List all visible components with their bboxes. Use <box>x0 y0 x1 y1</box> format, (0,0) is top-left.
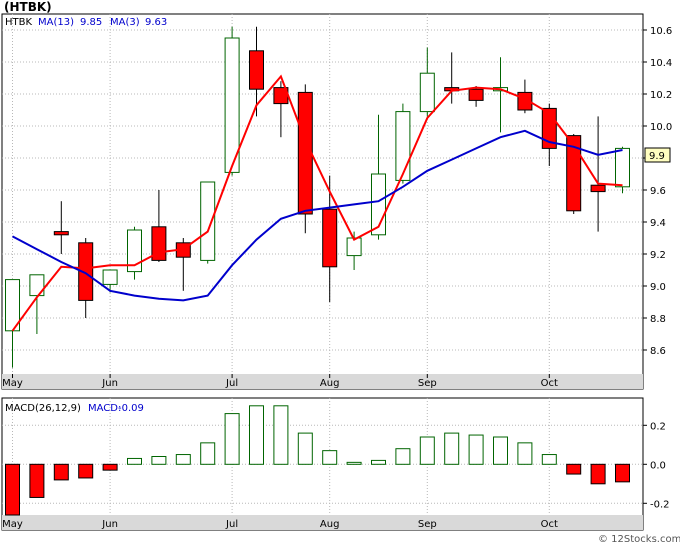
macd-legend-macd-value: -0.09 <box>118 403 144 414</box>
candle-body <box>297 91 313 215</box>
price-month-label: Jul <box>225 378 238 389</box>
price-month-label: Oct <box>541 378 558 389</box>
price-tick-label: 9.0 <box>650 282 666 293</box>
macd-bar <box>590 463 606 485</box>
macd-month-label: May <box>2 519 23 530</box>
macd-month-label: Aug <box>320 519 340 530</box>
candle-body <box>468 88 484 101</box>
macd-tick-label: -0.2 <box>650 499 670 510</box>
price-tick-label: 8.6 <box>650 346 666 357</box>
candle-body <box>322 208 338 268</box>
macd-bar <box>273 405 289 465</box>
price-tick-label: 9.2 <box>650 250 666 261</box>
macd-bar <box>322 450 338 465</box>
macd-bar <box>249 405 264 465</box>
price-month-label: Jun <box>101 378 118 389</box>
legend-ma3-value: 9.63 <box>145 17 167 28</box>
macd-bar <box>566 463 582 475</box>
macd-month-label: Jul <box>225 519 238 530</box>
candle-body <box>102 269 118 285</box>
macd-bar <box>297 432 313 465</box>
macd-bar <box>102 463 118 471</box>
price-tick-label: 9.4 <box>650 218 666 229</box>
macd-month-label: Jun <box>101 519 118 530</box>
legend-ma13-label: MA(13) <box>38 17 74 28</box>
macd-month-label: Oct <box>541 519 558 530</box>
candle-body <box>395 111 411 181</box>
last-price-label: 9.9 <box>649 151 665 162</box>
macd-bar <box>127 457 142 465</box>
macd-bar <box>541 454 557 465</box>
price-plot-area <box>1 13 644 390</box>
macd-bar <box>29 463 45 498</box>
macd-bar <box>419 436 435 465</box>
macd-bar <box>493 436 508 465</box>
macd-bar <box>468 434 484 465</box>
macd-bar <box>444 432 460 465</box>
macd-bar <box>53 463 69 481</box>
price-month-label: Sep <box>418 378 437 389</box>
macd-legend-label: MACD(26,12,9) <box>5 403 81 414</box>
macd-bar <box>517 442 533 465</box>
price-tick-label: 8.8 <box>650 314 666 325</box>
price-tick-label: 10.2 <box>650 90 672 101</box>
macd-bar <box>175 454 191 465</box>
price-month-label: Aug <box>320 378 340 389</box>
macd-bar <box>224 413 240 465</box>
macd-bar <box>78 463 94 479</box>
macd-bar <box>346 461 362 465</box>
price-tick-label: 10.4 <box>650 58 672 69</box>
candle-body <box>615 147 630 188</box>
legend-ticker: HTBK <box>5 17 32 28</box>
macd-bar <box>395 448 411 465</box>
candle-body <box>419 72 435 113</box>
macd-bar <box>200 442 216 465</box>
page-title: (HTBK) <box>4 0 52 14</box>
chart-stage: (HTBK) 10.610.410.210.09.89.69.49.29.08.… <box>0 0 680 546</box>
macd-tick-label: 0.0 <box>650 460 666 471</box>
macd-bar <box>5 463 20 516</box>
legend-ma13-value: 9.85 <box>80 17 102 28</box>
macd-bar <box>371 459 386 465</box>
candle-body <box>249 50 264 90</box>
macd-bar <box>151 456 167 465</box>
macd-legend-macd-label: MACD: <box>88 403 121 414</box>
price-tick-label: 10.6 <box>650 26 672 37</box>
legend-ma3-label: MA(3) <box>110 17 140 28</box>
watermark: © 12Stocks.com <box>598 534 680 545</box>
candle-body <box>53 231 69 236</box>
chart-svg: 10.610.410.210.09.89.69.49.29.08.88.6 Ma… <box>1 13 680 545</box>
price-month-label: May <box>2 378 23 389</box>
macd-tick-label: 0.2 <box>650 421 666 432</box>
macd-bar <box>615 463 630 483</box>
price-tick-label: 10.0 <box>650 122 672 133</box>
candle-body <box>590 184 606 193</box>
price-tick-label: 9.6 <box>650 186 666 197</box>
macd-month-label: Sep <box>418 519 437 530</box>
